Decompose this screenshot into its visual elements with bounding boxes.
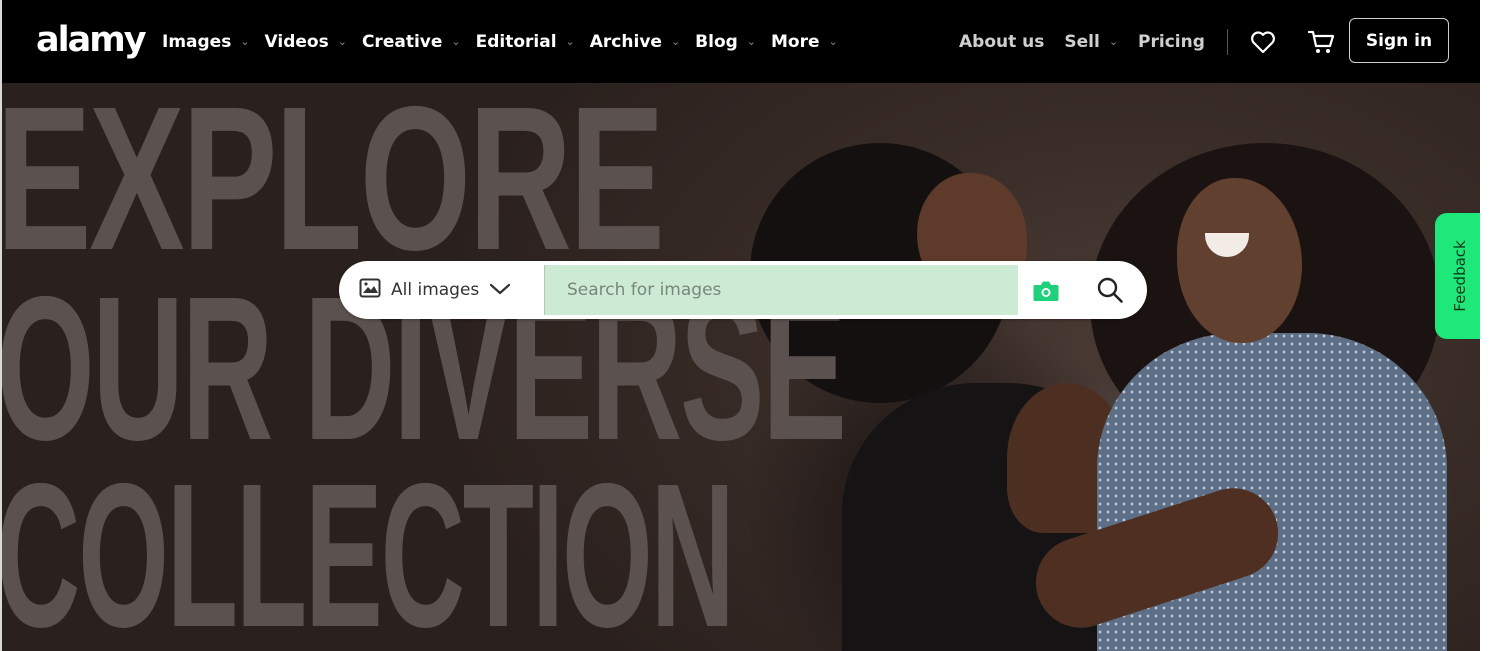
nav-divider bbox=[1226, 28, 1228, 55]
alamy-logo[interactable]: alamy bbox=[36, 19, 147, 61]
nav-item-more[interactable]: More ⌄ bbox=[771, 32, 838, 52]
main-nav: Images ⌄ Videos ⌄ Creative ⌄ Editorial ⌄… bbox=[162, 0, 853, 83]
camera-icon[interactable] bbox=[1031, 276, 1061, 306]
feedback-tab[interactable]: Feedback bbox=[1435, 213, 1480, 339]
chevron-down-icon: ⌄ bbox=[746, 35, 757, 48]
nav-item-label: Videos bbox=[264, 31, 329, 52]
search-scope-label: All images bbox=[391, 280, 480, 300]
chevron-down-icon: ⌄ bbox=[828, 35, 838, 48]
chevron-down-icon bbox=[489, 281, 511, 300]
hero-banner: EXPLORE OUR DIVERSE COLLECTION bbox=[2, 83, 1480, 651]
chevron-down-icon: ⌄ bbox=[240, 35, 250, 48]
feedback-label: Feedback bbox=[1451, 240, 1469, 312]
nav-item-label: Blog bbox=[695, 31, 738, 52]
cart-icon[interactable] bbox=[1306, 27, 1336, 57]
nav-item-label: Creative bbox=[361, 31, 443, 52]
nav-item-videos[interactable]: Videos ⌄ bbox=[265, 32, 347, 52]
about-us-link[interactable]: About us bbox=[959, 32, 1044, 52]
nav-item-label: Editorial bbox=[475, 31, 557, 52]
chevron-down-icon: ⌄ bbox=[565, 35, 575, 48]
chevron-down-icon: ⌄ bbox=[1108, 35, 1119, 48]
search-input[interactable] bbox=[545, 265, 1018, 315]
nav-item-archive[interactable]: Archive ⌄ bbox=[590, 32, 680, 52]
sell-label: Sell bbox=[1064, 31, 1100, 52]
top-navigation-bar: alamy Images ⌄ Videos ⌄ Creative ⌄ Edito… bbox=[2, 0, 1480, 83]
chevron-down-icon: ⌄ bbox=[337, 35, 347, 48]
page-frame: alamy Images ⌄ Videos ⌄ Creative ⌄ Edito… bbox=[2, 0, 1480, 651]
nav-item-blog[interactable]: Blog ⌄ bbox=[695, 32, 756, 52]
chevron-down-icon: ⌄ bbox=[451, 35, 461, 48]
pricing-link[interactable]: Pricing bbox=[1138, 32, 1205, 52]
nav-item-label: Archive bbox=[589, 31, 662, 52]
nav-item-images[interactable]: Images ⌄ bbox=[162, 32, 250, 52]
nav-item-creative[interactable]: Creative ⌄ bbox=[362, 32, 461, 52]
scrollbar-gutter bbox=[1480, 0, 1500, 651]
search-bar: All images bbox=[339, 261, 1147, 319]
chevron-down-icon: ⌄ bbox=[670, 35, 681, 48]
nav-item-editorial[interactable]: Editorial ⌄ bbox=[476, 32, 575, 52]
nav-item-label: More bbox=[771, 31, 820, 52]
hero-headline-line-3: COLLECTION bbox=[2, 441, 735, 651]
sell-menu[interactable]: Sell ⌄ bbox=[1064, 32, 1118, 52]
image-icon bbox=[359, 278, 381, 302]
search-scope-dropdown[interactable]: All images bbox=[359, 261, 511, 319]
search-icon[interactable] bbox=[1094, 274, 1126, 306]
account-nav: About us Sell ⌄ Pricing bbox=[959, 0, 1364, 83]
sign-in-button[interactable]: Sign in bbox=[1349, 18, 1449, 63]
heart-icon[interactable] bbox=[1248, 27, 1278, 57]
nav-item-label: Images bbox=[162, 31, 232, 52]
